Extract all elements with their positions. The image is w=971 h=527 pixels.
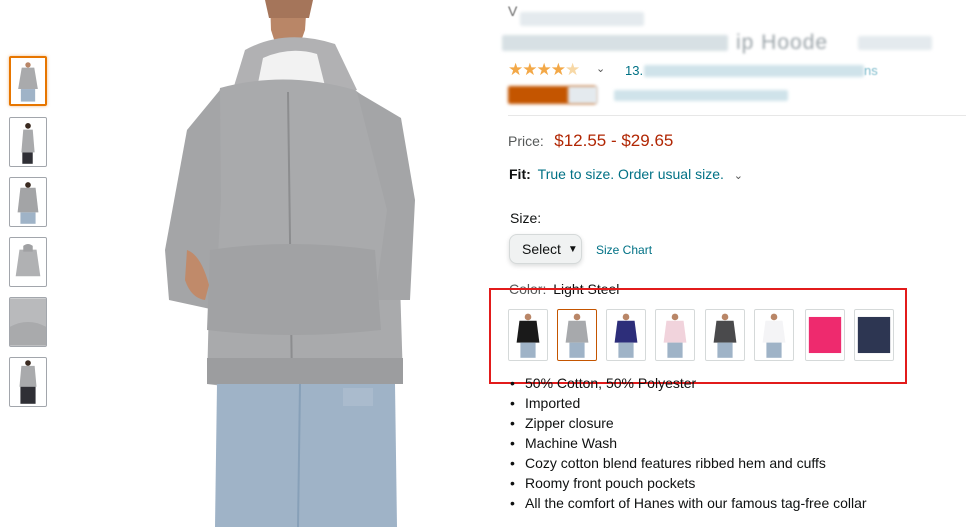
- fit-label: Fit:: [509, 166, 531, 182]
- product-page: V ip Hoode ★★★★★ ⌄ 13. ns Price: $12.55 …: [0, 0, 971, 527]
- feature-bullet-4: Machine Wash: [508, 433, 867, 453]
- size-chart-link[interactable]: Size Chart: [596, 243, 652, 257]
- blurred-title-end: [858, 36, 932, 50]
- blurred-brand: [520, 12, 644, 26]
- thumbnail-6[interactable]: [9, 357, 47, 407]
- star-half-icon: ★: [564, 60, 580, 79]
- chevron-down-icon[interactable]: ⌄: [734, 170, 743, 182]
- thumbnail-1[interactable]: [9, 56, 47, 106]
- feature-bullet-2: Imported: [508, 393, 867, 413]
- blurred-title: [502, 35, 728, 51]
- stars-full-icon: ★★★★: [508, 60, 566, 79]
- fit-row: Fit: True to size. Order usual size. ⌄: [509, 166, 743, 182]
- feature-bullet-6: Roomy front pouch pockets: [508, 473, 867, 493]
- product-details: V ip Hoode ★★★★★ ⌄ 13. ns Price: $12.55 …: [489, 0, 968, 527]
- ratings-count-link[interactable]: 13.: [625, 63, 643, 78]
- blurred-category[interactable]: [614, 90, 788, 101]
- feature-bullet-3: Zipper closure: [508, 413, 867, 433]
- divider: [508, 115, 966, 116]
- thumbnail-4[interactable]: [9, 237, 47, 287]
- star-rating[interactable]: ★★★★★: [508, 60, 580, 80]
- title-fragment-tail: ip Hoode: [736, 31, 829, 54]
- blurred-badge-overlay: [568, 86, 598, 104]
- size-label: Size:: [510, 210, 542, 226]
- price-value: $12.55 - $29.65: [554, 131, 674, 150]
- feature-bullets: 50% Cotton, 50% PolyesterImportedZipper …: [508, 373, 867, 513]
- feature-bullet-5: Cozy cotton blend features ribbed hem an…: [508, 453, 867, 473]
- size-select-label: Select: [522, 241, 561, 257]
- title-fragment: V: [508, 3, 518, 19]
- chevron-down-icon[interactable]: ⌄: [596, 62, 605, 75]
- ratings-count-tail[interactable]: ns: [864, 63, 878, 78]
- price-label: Price:: [508, 133, 544, 149]
- thumbnail-3[interactable]: [9, 177, 47, 227]
- thumbnail-2[interactable]: [9, 117, 47, 167]
- feature-bullet-7: All the comfort of Hanes with our famous…: [508, 493, 867, 513]
- price-row: Price: $12.55 - $29.65: [508, 131, 673, 151]
- main-product-image[interactable]: [95, 0, 435, 527]
- fit-link[interactable]: True to size. Order usual size.: [538, 166, 724, 182]
- thumbnail-5[interactable]: [9, 297, 47, 347]
- chevron-down-icon: ▼: [567, 243, 578, 255]
- highlight-annotation-box: [489, 288, 907, 384]
- blurred-ratings: [644, 65, 864, 77]
- size-select-dropdown[interactable]: Select ▼: [509, 234, 582, 264]
- feature-bullet-1: 50% Cotton, 50% Polyester: [508, 373, 867, 393]
